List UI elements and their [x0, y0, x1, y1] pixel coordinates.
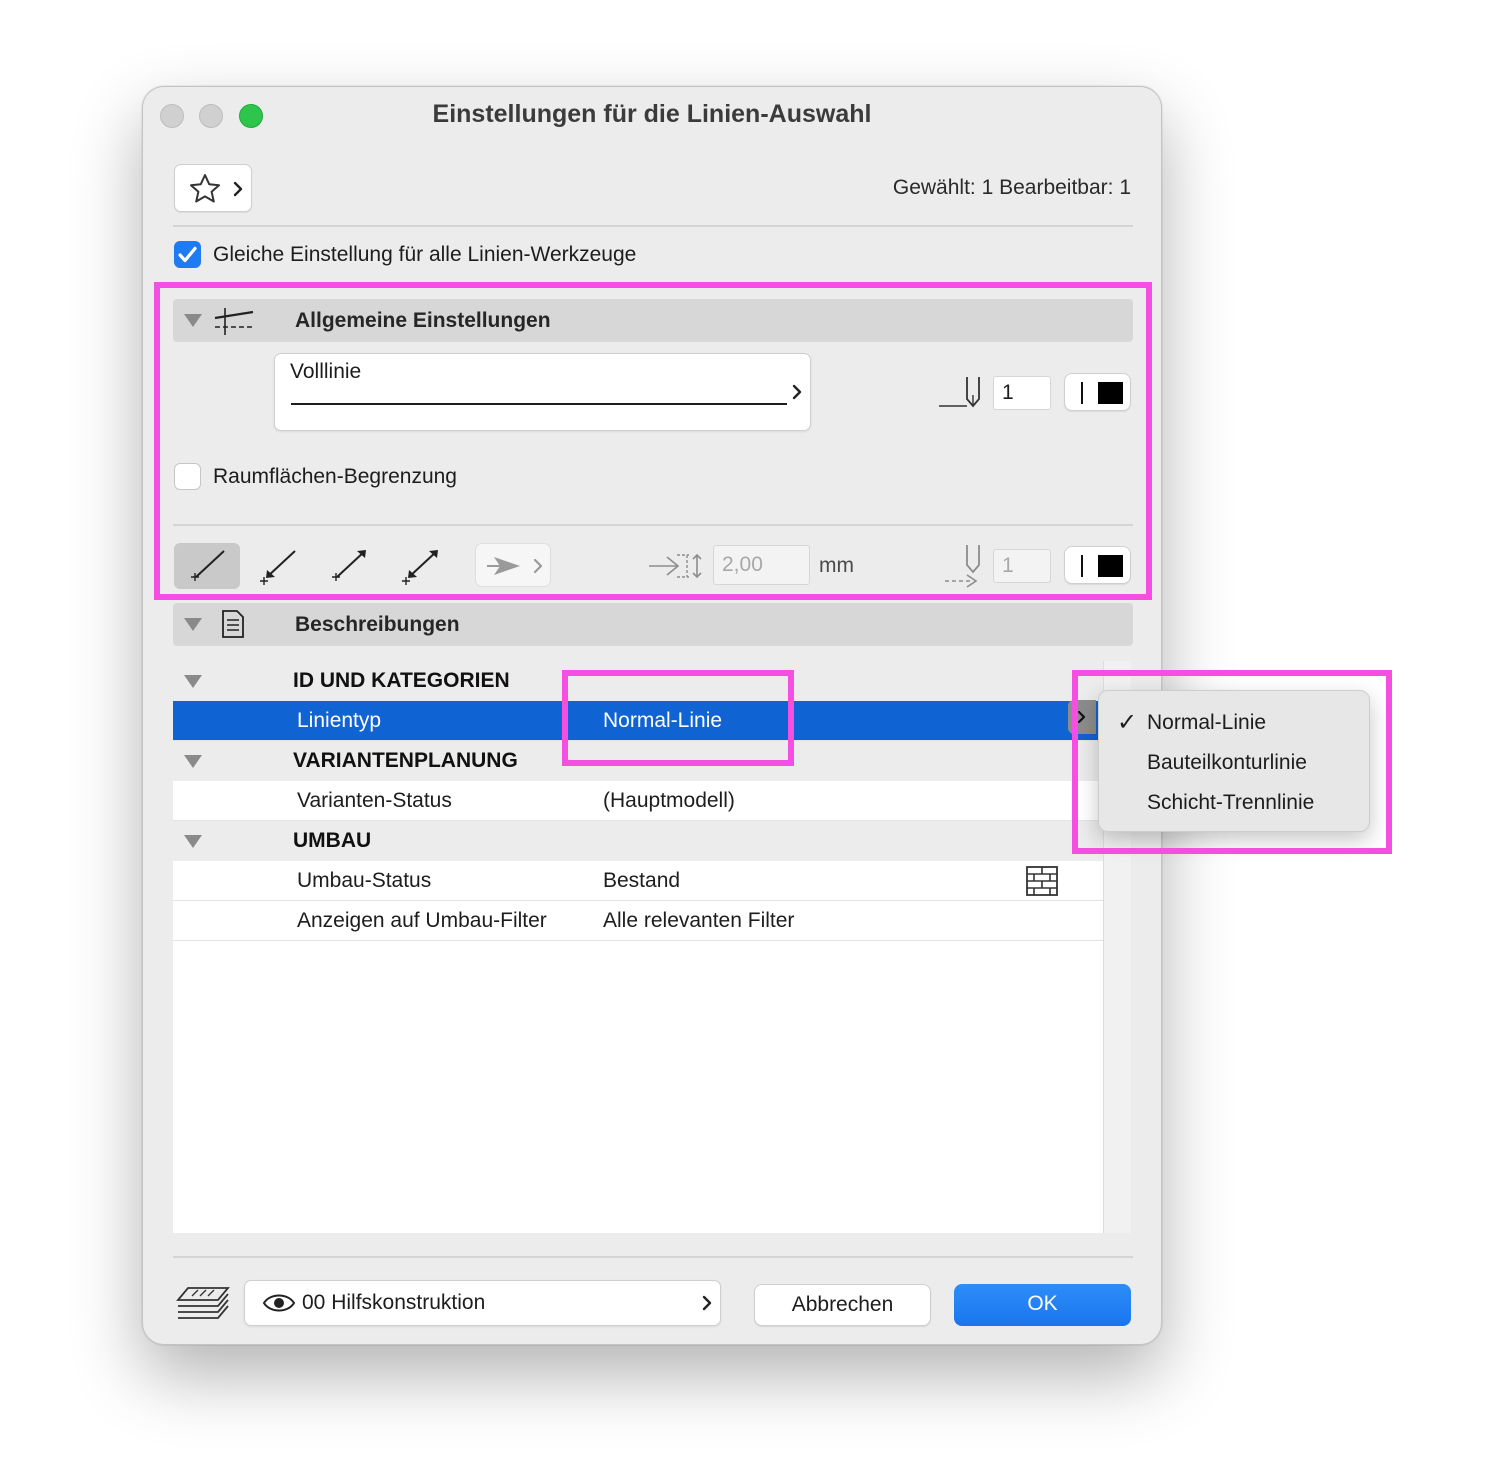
same-settings-checkbox[interactable]	[174, 241, 201, 268]
window-title: Einstellungen für die Linien-Auswahl	[432, 100, 872, 128]
star-icon	[190, 174, 220, 203]
favorites-button[interactable]	[174, 164, 252, 212]
checkmark-icon	[178, 246, 197, 263]
group-name: UMBAU	[293, 829, 372, 852]
highlight-linetype-value	[562, 670, 794, 766]
layer-selector[interactable]: 00 Hilfskonstruktion	[244, 1280, 721, 1326]
layer-name: 00 Hilfskonstruktion	[302, 1291, 486, 1314]
table-row-umbau-status[interactable]: Umbau-Status Bestand	[173, 861, 1103, 901]
same-settings-label: Gleiche Einstellung für alle Linien-Werk…	[213, 243, 637, 266]
property-name: Anzeigen auf Umbau-Filter	[297, 909, 547, 932]
property-value[interactable]: Bestand	[603, 869, 680, 893]
highlight-general-settings	[154, 282, 1152, 600]
ok-button[interactable]: OK	[954, 1284, 1131, 1326]
descriptions-header[interactable]: Beschreibungen	[173, 603, 1133, 646]
chevron-right-icon	[702, 1295, 712, 1311]
chevron-right-icon	[233, 181, 243, 197]
selection-count: Gewählt: 1 Bearbeitbar: 1	[892, 176, 1131, 199]
property-name: Linientyp	[297, 709, 382, 732]
group-row-umbau[interactable]: UMBAU	[173, 821, 1103, 861]
property-value[interactable]: (Hauptmodell)	[603, 789, 735, 813]
document-icon	[222, 610, 244, 638]
highlight-popup-menu	[1072, 670, 1392, 854]
eye-icon	[262, 1294, 296, 1312]
group-name: ID UND KATEGORIEN	[293, 669, 510, 692]
layers-icon	[176, 1287, 230, 1319]
title-bar: Einstellungen für die Linien-Auswahl	[143, 87, 1161, 143]
descriptions-title: Beschreibungen	[295, 613, 460, 636]
group-name: VARIANTENPLANUNG	[293, 749, 518, 772]
disclosure-triangle-icon[interactable]	[184, 835, 202, 848]
disclosure-triangle-icon[interactable]	[184, 675, 202, 688]
property-name: Varianten-Status	[297, 789, 452, 812]
property-value[interactable]: Alle relevanten Filter	[603, 909, 794, 933]
table-row-umbau-filter[interactable]: Anzeigen auf Umbau-Filter Alle relevante…	[173, 901, 1103, 941]
brick-wall-icon[interactable]	[1025, 864, 1059, 898]
property-name: Umbau-Status	[297, 869, 432, 892]
cancel-button[interactable]: Abbrechen	[754, 1284, 931, 1326]
disclosure-triangle-icon[interactable]	[184, 755, 202, 768]
divider	[173, 1256, 1133, 1258]
table-row-varianten-status[interactable]: Varianten-Status (Hauptmodell)	[173, 781, 1103, 821]
divider	[173, 225, 1133, 227]
disclosure-triangle-icon[interactable]	[184, 618, 202, 631]
